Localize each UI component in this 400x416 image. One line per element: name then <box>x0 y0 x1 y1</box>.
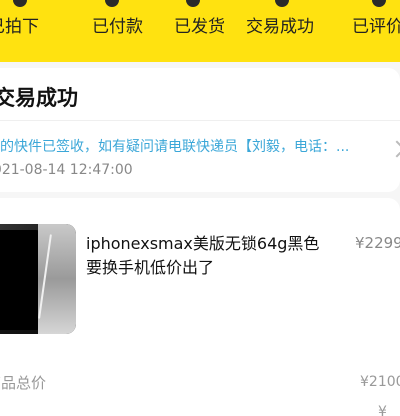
divider <box>0 120 400 121</box>
step-label-ordered: 已拍下 <box>0 17 39 37</box>
product-thumbnail[interactable] <box>0 224 76 334</box>
logistics-timestamp: 2021-08-14 12:47:00 <box>0 162 133 178</box>
step-dot-icon <box>372 0 386 7</box>
step-label-reviewed: 已评价 <box>352 17 400 37</box>
total-price-value: ¥2100 <box>360 374 400 390</box>
next-row-price-value: ¥ <box>378 404 387 416</box>
order-status-title: 交易成功 <box>0 86 78 110</box>
phone-image <box>0 230 42 330</box>
product-price: ¥2299 <box>355 234 400 252</box>
order-progress-bar: 已拍下 已付款 已发货 交易成功 已评价 <box>0 0 400 62</box>
order-detail-screen: 已拍下 已付款 已发货 交易成功 已评价 交易成功 您的快件已签收，如有疑问请电… <box>0 0 400 416</box>
product-title[interactable]: iphonexsmax美版无锁64g黑色要换手机低价出了 <box>86 232 331 280</box>
logistics-latest-update[interactable]: 您的快件已签收，如有疑问请电联快递员【刘毅，电话：... <box>0 136 349 156</box>
step-dot-icon <box>13 0 27 7</box>
step-dot-icon <box>186 0 200 7</box>
total-price-label: 商品总价 <box>0 374 47 392</box>
step-label-shipped: 已发货 <box>174 17 225 37</box>
step-label-paid: 已付款 <box>92 17 143 37</box>
step-label-completed: 交易成功 <box>246 17 314 37</box>
step-dot-icon <box>275 0 289 7</box>
step-dot-icon <box>105 0 119 7</box>
